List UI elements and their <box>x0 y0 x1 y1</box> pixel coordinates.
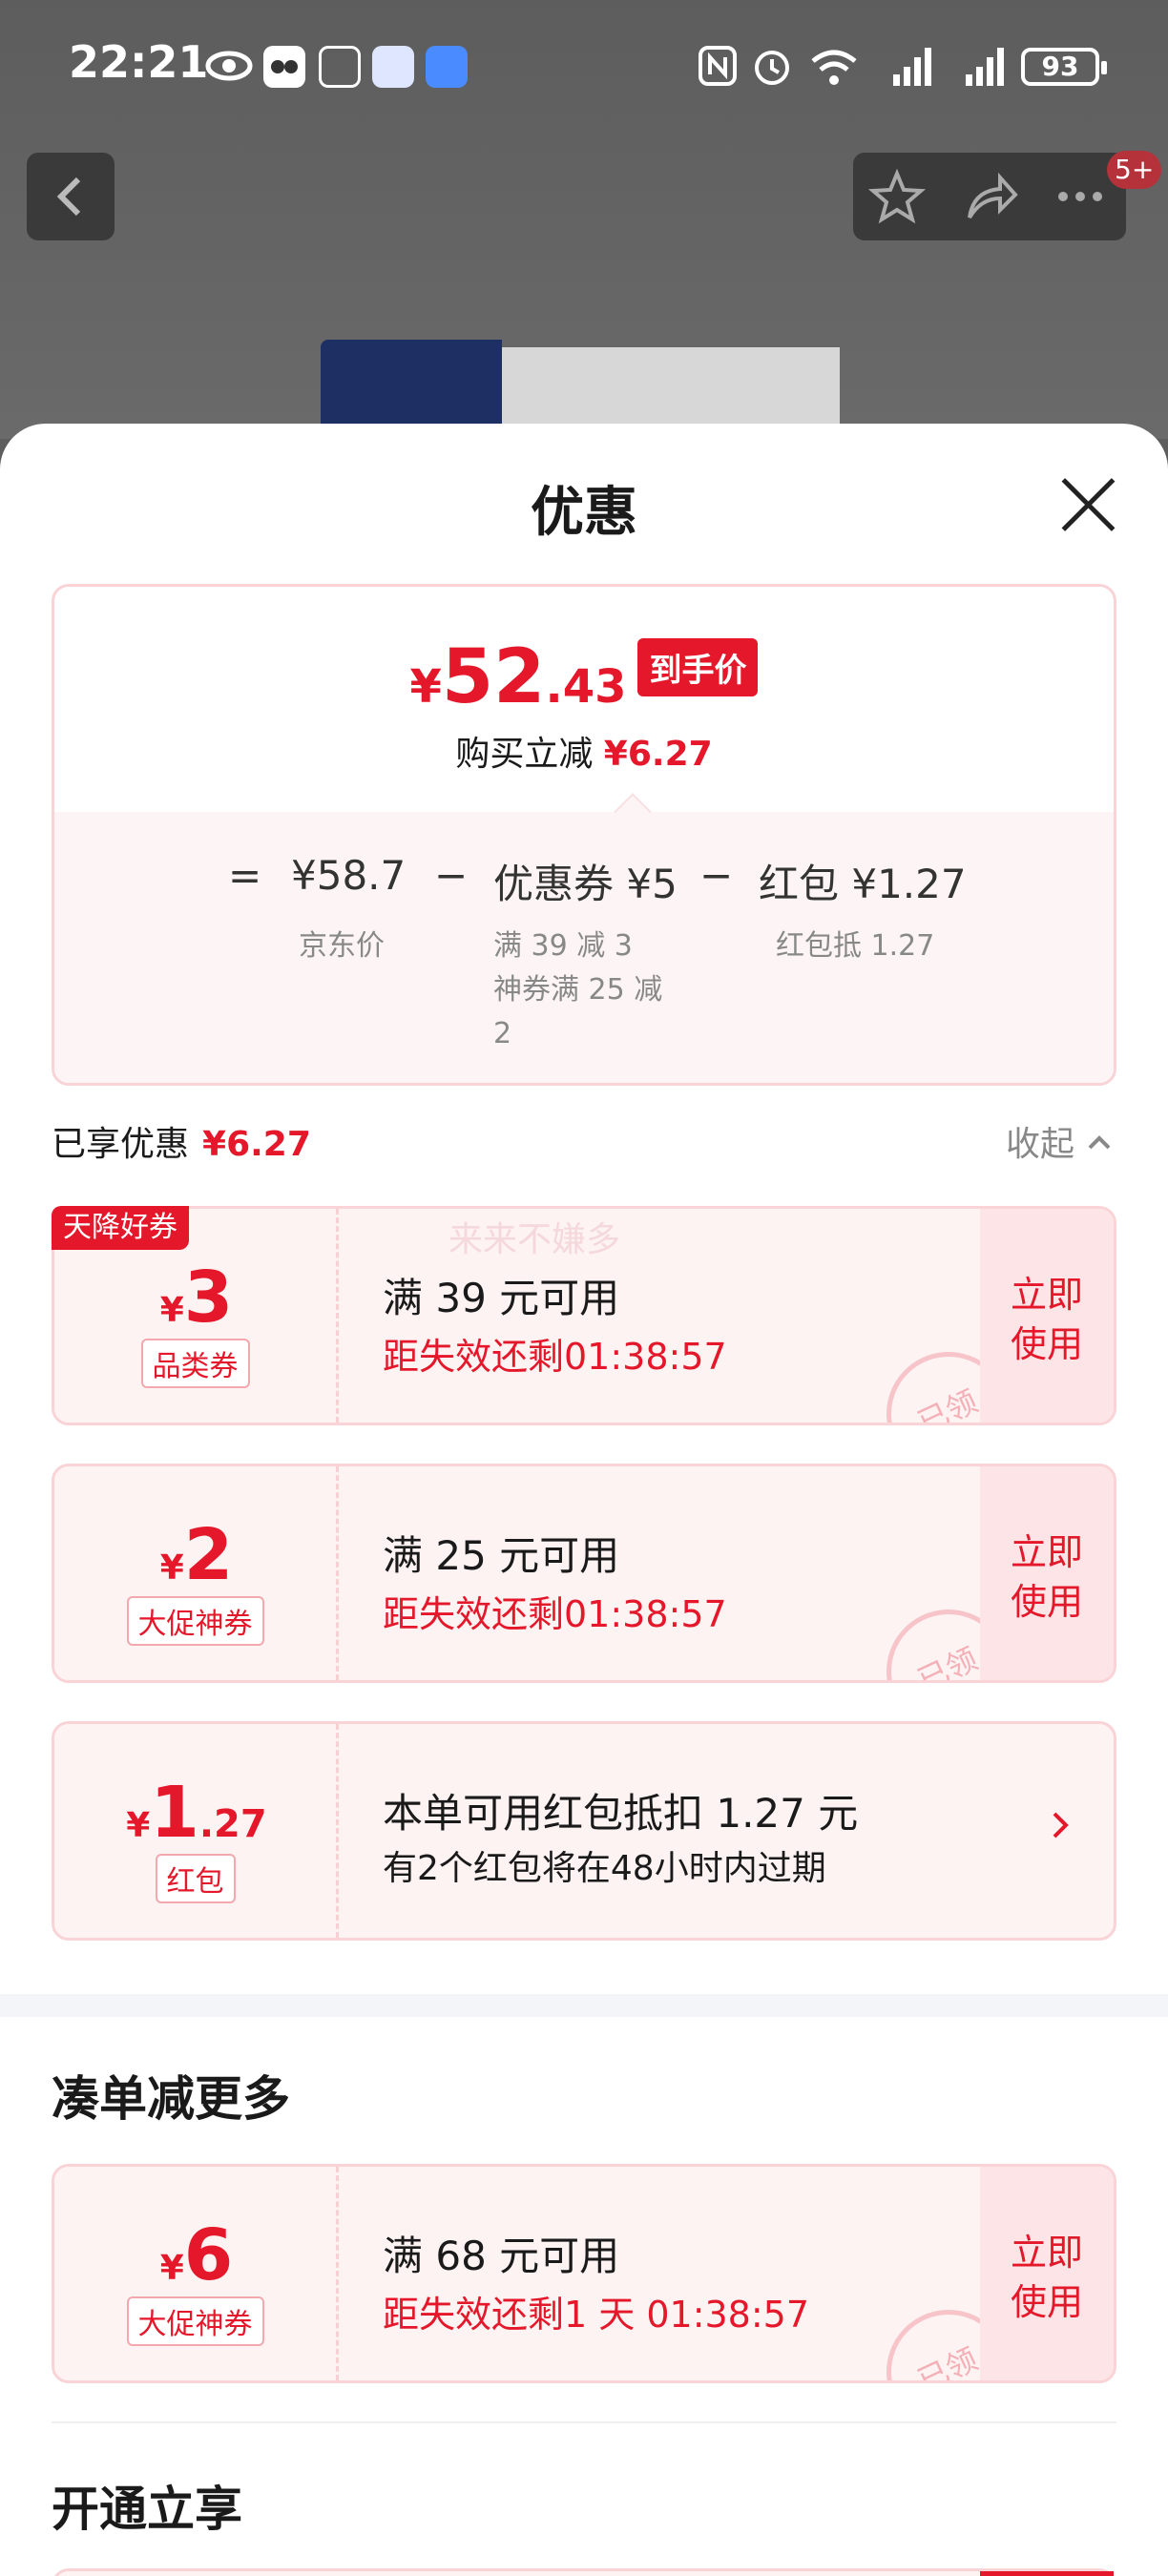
base-price: ¥58.7 <box>291 852 407 899</box>
nfc-icon <box>697 44 739 88</box>
final-price-dec: .43 <box>545 660 627 714</box>
instant-reduce-value: ¥6.27 <box>603 735 713 774</box>
message-app-icon <box>426 46 468 88</box>
coupon-expire: 距失效还剩1 天 01:38:57 <box>383 2294 810 2336</box>
coupon-card[interactable]: ¥2 大促神券 满 25 元可用 距失效还剩01:38:57 已领 立即 使用 <box>52 1464 1116 1683</box>
status-time: 22:21 <box>69 36 209 88</box>
minus-sign-1: − <box>434 852 469 899</box>
coupon-value: 6 <box>183 2214 234 2296</box>
coupon-type: 品类券 <box>140 1339 250 1388</box>
redpacket-amount-area: ¥1.27 红包 <box>54 1724 339 1938</box>
coupon-detail: 满 39 减 3 神券满 25 减 2 <box>493 924 684 1056</box>
use-now-button[interactable]: 立即 使用 <box>980 1209 1114 1423</box>
wifi-icon <box>807 44 861 88</box>
coupon-detail-line2: 神券满 25 减 2 <box>493 973 663 1050</box>
membership-card-partial[interactable] <box>52 2568 1116 2576</box>
redpacket-expiry-note: 有2个红包将在48小时内过期 <box>383 1849 826 1888</box>
redpacket-amount: ¥1.27 <box>54 1772 339 1854</box>
base-price-label: 京东价 <box>299 929 385 963</box>
instant-reduce: 购买立减 ¥6.27 <box>54 726 1114 776</box>
coupon-currency: ¥ <box>159 1291 184 1330</box>
membership-title: 开通立享 <box>52 2482 242 2537</box>
use-now-button[interactable]: 立即 使用 <box>980 2167 1114 2380</box>
collapse-button[interactable]: 收起 <box>1006 1116 1114 1166</box>
use-now-button[interactable]: 立即 使用 <box>980 1466 1114 1680</box>
top-action-group <box>853 153 1126 240</box>
coupon-amount-area: ¥6 大促神券 <box>54 2167 339 2380</box>
price-summary-card: ¥52.43 到手价 购买立减 ¥6.27 = ¥58.7 − 优惠券 ¥5 − … <box>52 584 1116 1086</box>
membership-card-action <box>980 2571 1114 2576</box>
coupon-detail-line1: 满 39 减 3 <box>493 929 633 963</box>
signal-5g-icon-1 <box>872 44 933 88</box>
coupon-condition: 满 39 元可用 <box>383 1275 620 1321</box>
coupon-amount: ¥2 <box>54 1514 339 1596</box>
hand-icon <box>319 46 361 88</box>
redpacket-card[interactable]: ¥1.27 红包 本单可用红包抵扣 1.27 元 有2个红包将在48小时内过期 <box>52 1721 1116 1941</box>
coupon-type: 大促神券 <box>126 1596 264 1646</box>
coupon-condition: 满 25 元可用 <box>383 1532 620 1579</box>
chevron-left-icon <box>56 177 81 217</box>
coupon-currency: ¥ <box>159 2249 184 2288</box>
redpacket-total: 红包 ¥1.27 <box>759 861 967 907</box>
final-price: ¥52.43 到手价 <box>54 634 1114 720</box>
final-price-currency: ¥ <box>409 660 442 714</box>
enjoyed-value: ¥6.27 <box>202 1125 311 1164</box>
use-now-label: 立即 使用 <box>1010 1531 1083 1623</box>
enjoyed-label: 已享优惠 <box>52 1125 190 1164</box>
status-bar: 22:21 93 <box>0 0 1168 134</box>
redpacket-currency: ¥ <box>126 1806 151 1845</box>
share-icon[interactable] <box>960 166 1021 227</box>
close-icon[interactable] <box>1057 473 1120 536</box>
use-now-label: 立即 使用 <box>1010 1274 1083 1365</box>
instant-reduce-label: 购买立减 <box>455 735 594 774</box>
redpacket-type: 红包 <box>155 1854 236 1903</box>
sheet-title: 优惠 <box>531 482 637 544</box>
favorite-star-icon[interactable] <box>866 166 928 227</box>
coupon-amount: ¥6 <box>54 2214 339 2296</box>
final-price-int: 52 <box>441 634 546 720</box>
coupon-amount: ¥3 <box>54 1257 339 1339</box>
more-icon[interactable] <box>1050 166 1111 227</box>
coupon-value: 2 <box>183 1514 234 1596</box>
chevron-up-icon <box>1089 1135 1111 1150</box>
alarm-icon <box>750 44 794 88</box>
equals-sign: = <box>228 852 262 899</box>
eye-icon <box>204 44 254 88</box>
coupon-card[interactable]: ¥6 大促神券 满 68 元可用 距失效还剩1 天 01:38:57 已领 立即… <box>52 2164 1116 2383</box>
collapse-label: 收起 <box>1006 1125 1075 1164</box>
sky-coupon-tag: 天降好券 <box>52 1206 189 1250</box>
battery-indicator: 93 <box>1021 48 1107 86</box>
use-now-label: 立即 使用 <box>1010 2232 1083 2323</box>
coupon-type: 大促神券 <box>126 2296 264 2346</box>
chevron-right-icon[interactable] <box>1047 1804 1075 1857</box>
section-divider <box>0 1994 1168 2017</box>
redpacket-value-dec: .27 <box>198 1802 267 1846</box>
coupon-condition: 满 68 元可用 <box>383 2233 620 2279</box>
section-divider-line <box>52 2421 1116 2423</box>
notification-badge: 5+ <box>1107 151 1162 189</box>
signal-5g-icon-2 <box>945 44 1006 88</box>
final-price-tag: 到手价 <box>637 638 759 696</box>
coupon-amount-area: ¥2 大促神券 <box>54 1466 339 1680</box>
back-button[interactable] <box>27 153 115 240</box>
app-owl-icon <box>263 46 305 88</box>
watermark-text: 来来不嫌多 <box>448 1220 621 1259</box>
coupon-expire: 距失效还剩01:38:57 <box>383 1336 727 1378</box>
coupon-expire: 距失效还剩01:38:57 <box>383 1593 727 1635</box>
coupon-currency: ¥ <box>159 1548 184 1588</box>
more-discount-title: 凑单减更多 <box>52 2071 290 2127</box>
redpacket-detail: 红包抵 1.27 <box>776 929 935 963</box>
redpacket-value: 1 <box>150 1772 199 1854</box>
enjoyed-discount: 已享优惠 ¥6.27 <box>52 1116 311 1166</box>
coupon-value: 3 <box>183 1257 234 1339</box>
redpacket-deduction: 本单可用红包抵扣 1.27 元 <box>383 1790 859 1837</box>
app-robot-icon <box>372 46 414 88</box>
coupon-total: 优惠券 ¥5 <box>493 861 678 907</box>
minus-sign-2: − <box>699 852 734 899</box>
